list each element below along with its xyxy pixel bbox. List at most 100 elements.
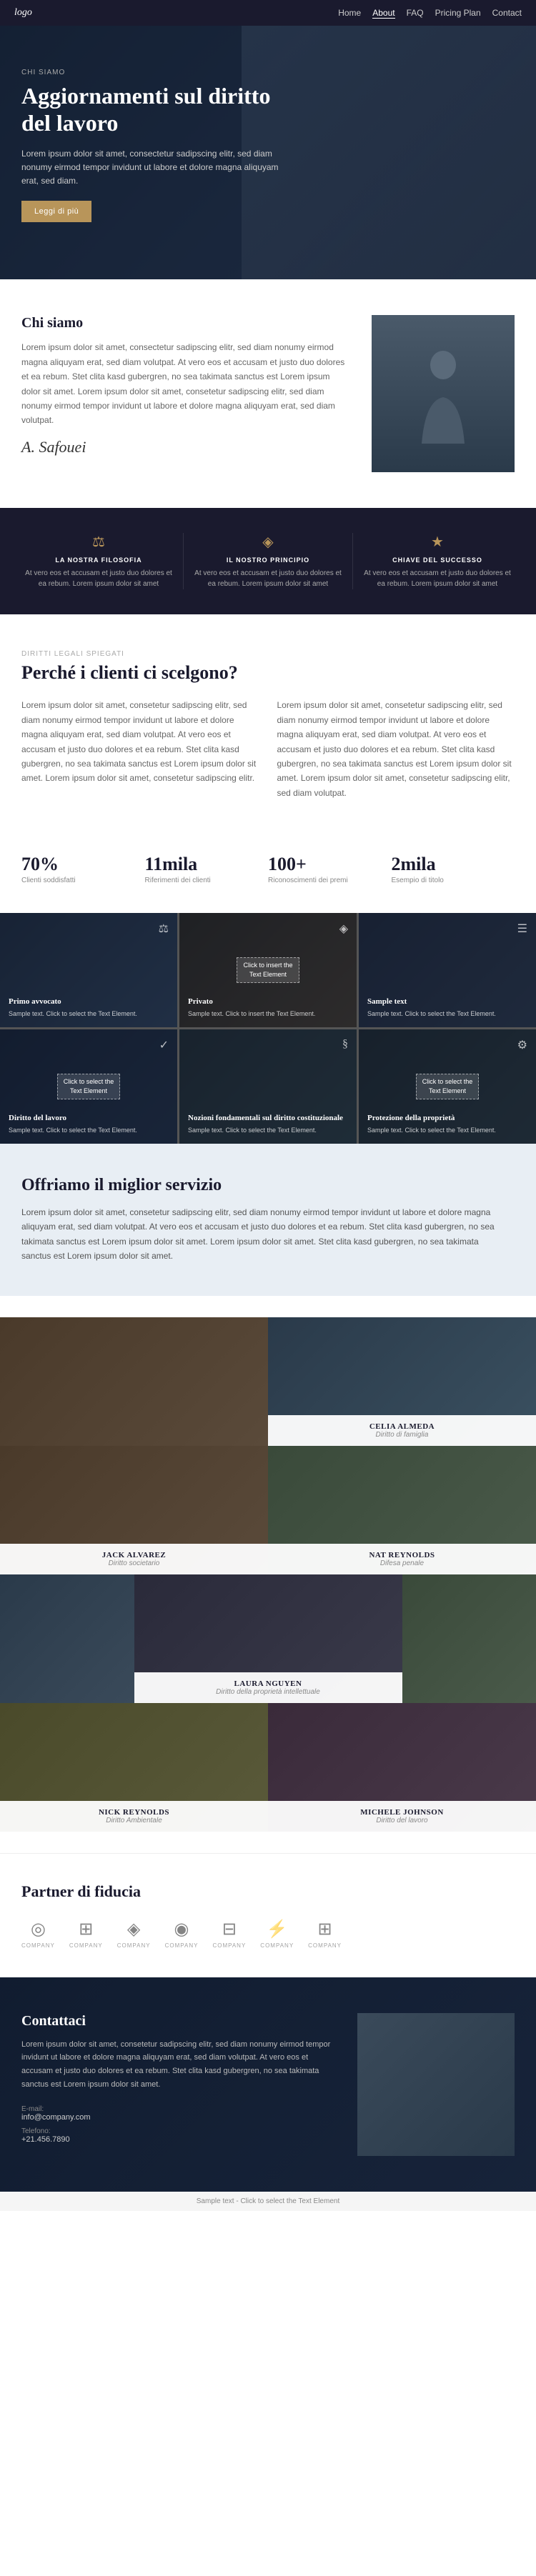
stat-4-label: Esempio di titolo <box>392 877 501 884</box>
logo: logo <box>14 7 32 19</box>
filosofia-text-3: At vero eos et accusam et justo duo dolo… <box>364 568 511 589</box>
nav-contact[interactable]: Contact <box>492 8 522 19</box>
team-card-laura[interactable]: LAURA NGUYEN Diritto della proprietà int… <box>134 1574 402 1703</box>
team-name-nick: NICK REYNOLDS <box>9 1808 259 1817</box>
nav-home[interactable]: Home <box>338 8 361 19</box>
service-card-3[interactable]: ☰ Sample text Sample text. Click to sele… <box>359 913 536 1027</box>
hero-cta-button[interactable]: Leggi di più <box>21 201 91 222</box>
partner-icon-7: ⊞ <box>318 1919 332 1940</box>
partner-icon-2: ⊞ <box>79 1919 93 1940</box>
team-role-michele: Diritto del lavoro <box>277 1817 527 1824</box>
hero-content: CHI SIAMO Aggiornamenti sul diritto del … <box>21 69 293 222</box>
nav-pricing[interactable]: Pricing Plan <box>435 8 481 19</box>
partner-icon-4: ◉ <box>174 1919 189 1940</box>
stat-2: 11mila Riferimenti dei clienti <box>145 854 269 884</box>
services-grid: ⚖ Primo avvocato Sample text. Click to s… <box>0 913 536 1144</box>
card-content-3: Sample text Sample text. Click to select… <box>367 997 527 1019</box>
perche-content: Lorem ipsum dolor sit amet, consetetur s… <box>21 698 515 800</box>
partners-section: Partner di fiducia ◎ COMPANY ⊞ COMPANY ◈… <box>0 1853 536 1977</box>
partner-name-2: COMPANY <box>69 1942 103 1949</box>
team-info-nick: NICK REYNOLDS Diritto Ambientale <box>0 1801 268 1832</box>
hero-section: CHI SIAMO Aggiornamenti sul diritto del … <box>0 26 536 279</box>
contattaci-section: Contattaci Lorem ipsum dolor sit amet, c… <box>0 1977 536 2192</box>
team-role-celia: Diritto di famiglia <box>277 1431 527 1439</box>
sample-label: Sample text - Click to select the Text E… <box>0 2192 536 2211</box>
partner-logo-7: ⊞ COMPANY <box>308 1919 342 1949</box>
stat-3-label: Riconoscimenti dei premi <box>268 877 377 884</box>
team-row-3: LAURA NGUYEN Diritto della proprietà int… <box>0 1574 536 1703</box>
hero-title: Aggiornamenti sul diritto del lavoro <box>21 82 293 137</box>
team-info-jack: JACK ALVAREZ Diritto societario <box>0 1544 268 1574</box>
partner-logo-1: ◎ COMPANY <box>21 1919 55 1949</box>
hero-tag: CHI SIAMO <box>21 69 293 76</box>
team-placeholder-4 <box>402 1574 536 1703</box>
stat-3-number: 100+ <box>268 854 377 875</box>
click-select-overlay-6[interactable]: Click to select theText Element <box>359 1029 536 1144</box>
contact-email: E-mail: info@company.com <box>21 2105 336 2122</box>
contact-phone-value: +21.456.7890 <box>21 2135 336 2144</box>
perche-title: Perché i clienti ci scelgono? <box>21 662 515 684</box>
service-card-2[interactable]: ◈ Privato Sample text. Click to insert t… <box>179 913 357 1027</box>
service-desc-1: Sample text. Click to select the Text El… <box>9 1009 169 1019</box>
team-info-celia: CELIA ALMEDA Diritto di famiglia <box>268 1415 536 1446</box>
contact-email-label: E-mail: <box>21 2105 336 2113</box>
team-card-nick[interactable]: NICK REYNOLDS Diritto Ambientale <box>0 1703 268 1832</box>
filosofia-title-3: CHIAVE DEL SUCCESSO <box>364 556 511 564</box>
team-placeholder-bg-1 <box>0 1317 268 1446</box>
team-role-nat: Difesa penale <box>277 1559 527 1567</box>
nav-faq[interactable]: FAQ <box>407 8 424 19</box>
service-title-1: Primo avvocato <box>9 997 169 1007</box>
filosofia-text-1: At vero eos et accusam et justo duo dolo… <box>25 568 172 589</box>
navbar: logo Home About FAQ Pricing Plan Contact <box>0 0 536 26</box>
chi-siamo-title: Chi siamo <box>21 315 350 331</box>
service-card-6[interactable]: ⚙ Protezione della proprietà Sample text… <box>359 1029 536 1144</box>
team-role-nick: Diritto Ambientale <box>9 1817 259 1824</box>
click-select-text-4: Click to select theText Element <box>57 1074 121 1099</box>
nav-about[interactable]: About <box>372 8 394 19</box>
service-icon-3: ☰ <box>517 922 527 936</box>
migliore-section: Offriamo il miglior servizio Lorem ipsum… <box>0 1144 536 1296</box>
click-select-overlay-4[interactable]: Click to select theText Element <box>0 1029 177 1144</box>
contattaci-text: Contattaci Lorem ipsum dolor sit amet, c… <box>21 2013 336 2156</box>
service-title-5: Nozioni fondamentali sul diritto costitu… <box>188 1113 348 1123</box>
contact-phone: Telefono: +21.456.7890 <box>21 2127 336 2144</box>
migliore-title: Offriamo il miglior servizio <box>21 1176 515 1195</box>
contact-email-value: info@company.com <box>21 2113 336 2122</box>
stats-section: 70% Clienti soddisfatti 11mila Riferimen… <box>0 836 536 913</box>
service-title-3: Sample text <box>367 997 527 1007</box>
team-name-laura: LAURA NGUYEN <box>143 1679 394 1688</box>
click-select-overlay-2[interactable]: Click to insert theText Element <box>179 913 357 1027</box>
filosofia-icon-1: ⚖ <box>25 533 172 551</box>
hero-description: Lorem ipsum dolor sit amet, consectetur … <box>21 147 293 189</box>
signature: A. Safouei <box>21 438 350 456</box>
team-placeholder-bg-3 <box>0 1574 134 1703</box>
team-row-2: JACK ALVAREZ Diritto societario NAT REYN… <box>0 1446 536 1574</box>
team-card-nat[interactable]: NAT REYNOLDS Difesa penale <box>268 1446 536 1574</box>
filosofia-icon-2: ◈ <box>194 533 342 551</box>
person-svg <box>415 344 472 444</box>
service-card-4[interactable]: ✓ Diritto del lavoro Sample text. Click … <box>0 1029 177 1144</box>
service-card-1[interactable]: ⚖ Primo avvocato Sample text. Click to s… <box>0 913 177 1027</box>
team-card-jack[interactable]: JACK ALVAREZ Diritto societario <box>0 1446 268 1574</box>
perche-col-2: Lorem ipsum dolor sit amet, consetetur s… <box>277 698 515 800</box>
stat-1: 70% Clienti soddisfatti <box>21 854 145 884</box>
team-card-michele[interactable]: MICHELE JOHNSON Diritto del lavoro <box>268 1703 536 1832</box>
partner-name-1: COMPANY <box>21 1942 55 1949</box>
partner-logo-3: ◈ COMPANY <box>117 1919 151 1949</box>
team-section: CELIA ALMEDA Diritto di famiglia JACK AL… <box>0 1296 536 1853</box>
filosofia-item-3: ★ CHIAVE DEL SUCCESSO At vero eos et acc… <box>353 533 522 589</box>
migliore-text: Lorem ipsum dolor sit amet, consetetur s… <box>21 1205 507 1264</box>
person-image <box>372 315 515 472</box>
filosofia-strip: ⚖ LA NOSTRA FILOSOFIA At vero eos et acc… <box>0 508 536 614</box>
service-card-5[interactable]: § Nozioni fondamentali sul diritto costi… <box>179 1029 357 1144</box>
team-card-celia[interactable]: CELIA ALMEDA Diritto di famiglia <box>268 1317 536 1446</box>
filosofia-item-2: ◈ IL NOSTRO PRINCIPIO At vero eos et acc… <box>184 533 353 589</box>
team-name-celia: CELIA ALMEDA <box>277 1422 527 1431</box>
partner-name-5: COMPANY <box>212 1942 246 1949</box>
filosofia-item-1: ⚖ LA NOSTRA FILOSOFIA At vero eos et acc… <box>14 533 184 589</box>
team-role-jack: Diritto societario <box>9 1559 259 1567</box>
partners-logos: ◎ COMPANY ⊞ COMPANY ◈ COMPANY ◉ COMPANY … <box>21 1919 515 1949</box>
stat-2-label: Riferimenti dei clienti <box>145 877 254 884</box>
perche-text-2: Lorem ipsum dolor sit amet, consetetur s… <box>277 698 515 800</box>
chi-siamo-body: Lorem ipsum dolor sit amet, consectetur … <box>21 340 350 427</box>
